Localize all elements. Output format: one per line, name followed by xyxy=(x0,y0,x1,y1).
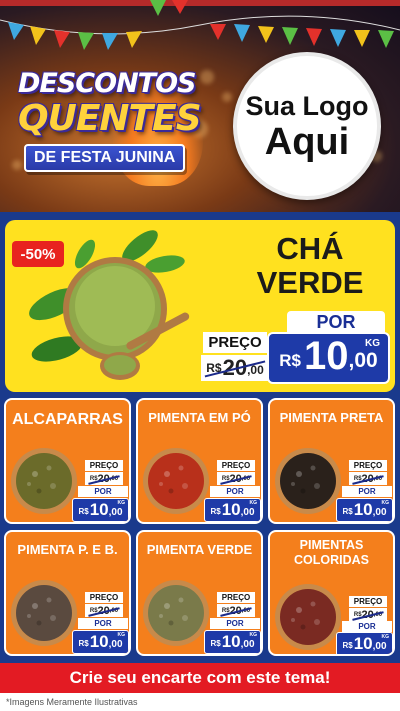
new-price-label: POR xyxy=(78,486,128,497)
old-price-label: PREÇO xyxy=(349,596,387,607)
product-name: PIMENTA PRETA xyxy=(279,410,384,425)
new-price-label: POR xyxy=(210,618,260,629)
old-price-label: PREÇO xyxy=(203,332,267,353)
product-card[interactable]: PIMENTA P. E B. PREÇO R$ 20 ,00 POR R$ 1… xyxy=(4,530,131,656)
product-name: PIMENTA VERDE xyxy=(146,542,253,557)
spice-bowl-icon xyxy=(275,448,341,514)
spice-bowl-icon xyxy=(275,584,341,650)
product-card[interactable]: PIMENTA VERDE PREÇO R$ 20 ,00 POR R$ 10 … xyxy=(136,530,263,656)
title-line-2: QUENTES xyxy=(18,98,202,139)
product-name: PIMENTA EM PÓ xyxy=(148,410,251,425)
event-title: DESCONTOS QUENTES DE FESTA JUNINA xyxy=(18,68,208,186)
new-price-label: POR xyxy=(342,486,392,497)
header-banner: DESCONTOS QUENTES DE FESTA JUNINA Sua Lo… xyxy=(0,0,400,212)
old-price: R$ 20 ,00 xyxy=(217,604,255,617)
product-card[interactable]: PIMENTAS COLORIDAS PREÇO R$ 20 ,00 POR R… xyxy=(268,530,395,656)
spice-bowl-icon xyxy=(143,580,209,646)
old-price: R$ 20 ,00 xyxy=(349,608,387,621)
old-price: R$ 20 ,00 xyxy=(201,355,269,381)
spice-bowl-icon xyxy=(11,580,77,646)
spice-bowl-icon xyxy=(143,448,209,514)
subtitle-banner: DE FESTA JUNINA xyxy=(24,144,186,172)
old-price: R$ 20 ,00 xyxy=(217,472,255,485)
unit-label: KG xyxy=(365,338,380,349)
logo-line-1: Sua Logo xyxy=(245,91,369,121)
featured-title: CHÁ VERDE xyxy=(256,231,364,300)
unit-label: KG xyxy=(117,632,126,638)
old-price-label: PREÇO xyxy=(85,592,123,603)
old-price: R$ 20 ,00 xyxy=(85,472,123,485)
unit-label: KG xyxy=(249,500,258,506)
new-price-label: POR xyxy=(210,486,260,497)
new-price: R$ 10 ,00 KG xyxy=(336,498,393,522)
new-price-label: POR xyxy=(342,621,392,632)
new-price: R$ 10 ,00 KG xyxy=(204,630,261,654)
old-price-label: PREÇO xyxy=(349,460,387,471)
new-price-label: POR xyxy=(287,311,385,333)
title-line-1: DESCONTOS xyxy=(18,68,196,99)
old-price: R$ 20 ,00 xyxy=(85,604,123,617)
old-price: R$ 20 ,00 xyxy=(349,472,387,485)
product-name: ALCAPARRAS xyxy=(12,411,123,428)
old-price-label: PREÇO xyxy=(85,460,123,471)
new-price: R$ 10 ,00 KG xyxy=(267,332,390,384)
new-price-label: POR xyxy=(78,618,128,629)
old-price-label: PREÇO xyxy=(217,460,255,471)
product-card[interactable]: ALCAPARRAS PREÇO R$ 20 ,00 POR R$ 10 ,00… xyxy=(4,398,131,524)
logo-placeholder[interactable]: Sua Logo Aqui xyxy=(233,52,381,200)
unit-label: KG xyxy=(381,634,390,640)
product-card[interactable]: PIMENTA PRETA PREÇO R$ 20 ,00 POR R$ 10 … xyxy=(268,398,395,524)
featured-product-card[interactable]: -50% CHÁ VERDE PREÇO R$ 20 ,00 POR R$ 10… xyxy=(5,220,395,392)
product-card[interactable]: PIMENTA EM PÓ PREÇO R$ 20 ,00 POR R$ 10 … xyxy=(136,398,263,524)
new-price: R$ 10 ,00 KG xyxy=(72,630,129,654)
unit-label: KG xyxy=(249,632,258,638)
logo-line-2: Aqui xyxy=(264,121,350,163)
old-price-label: PREÇO xyxy=(217,592,255,603)
discount-badge: -50% xyxy=(12,241,64,267)
new-price: R$ 10 ,00 KG xyxy=(204,498,261,522)
product-name: PIMENTA P. E B. xyxy=(17,542,118,557)
unit-label: KG xyxy=(381,500,390,506)
cta-banner[interactable]: Crie seu encarte com este tema! xyxy=(0,663,400,693)
product-name: PIMENTAS COLORIDAS xyxy=(294,538,369,567)
flyer-page: DESCONTOS QUENTES DE FESTA JUNINA Sua Lo… xyxy=(0,0,400,711)
disclaimer-note: *Imagens Meramente Ilustrativas xyxy=(0,693,400,711)
unit-label: KG xyxy=(117,500,126,506)
new-price: R$ 10 ,00 KG xyxy=(72,498,129,522)
spice-bowl-icon xyxy=(11,448,77,514)
new-price: R$ 10 ,00 KG xyxy=(336,632,393,654)
